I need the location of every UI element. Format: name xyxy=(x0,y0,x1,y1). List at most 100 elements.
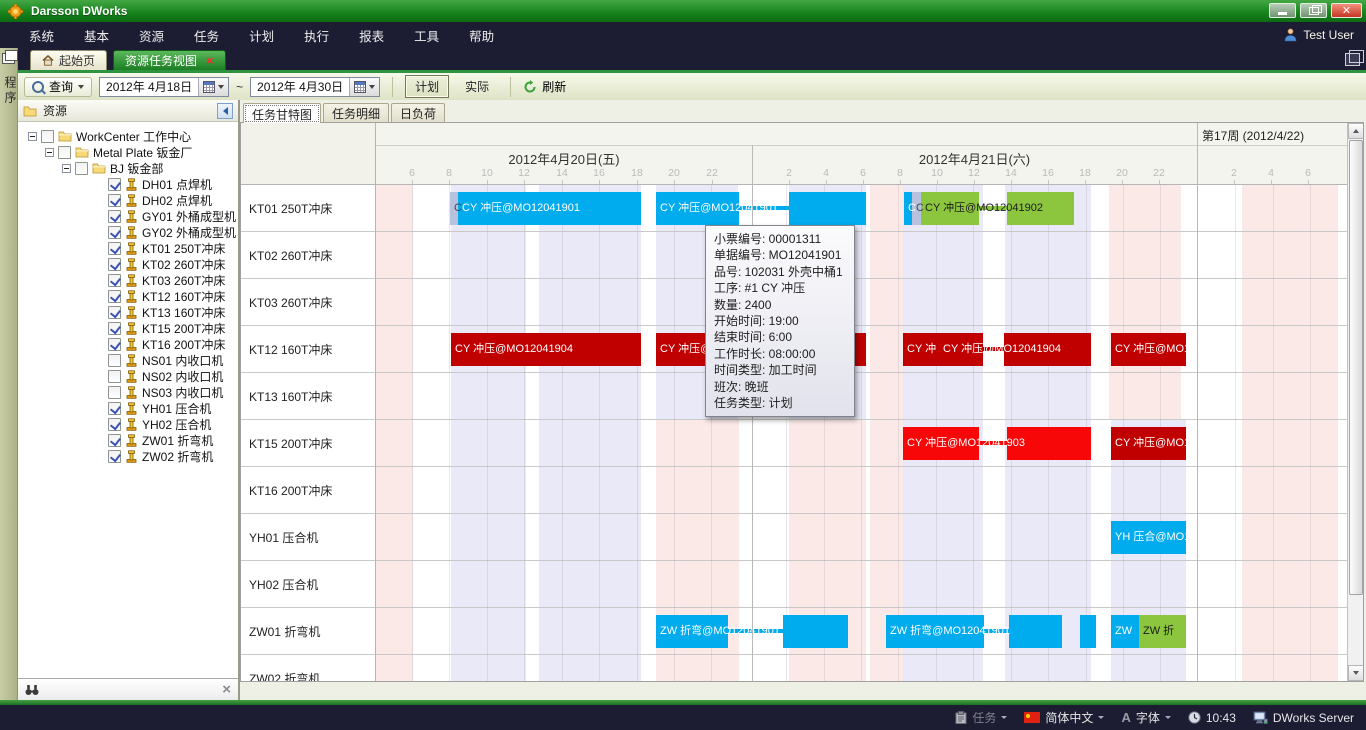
tree-checkbox[interactable] xyxy=(108,226,121,239)
task-bar[interactable]: CY 冲压@MO1 xyxy=(1111,427,1186,460)
task-bar[interactable]: CY 冲压@MO1 xyxy=(1111,333,1186,366)
task-bar[interactable]: ZW xyxy=(1111,615,1139,648)
menu-item-8[interactable]: 帮助 xyxy=(454,26,509,45)
tree-expander-icon[interactable] xyxy=(62,164,71,173)
chevron-down-icon[interactable] xyxy=(1098,716,1104,719)
date-from-field[interactable]: 2012年 4月18日 xyxy=(99,77,229,97)
menu-item-4[interactable]: 计划 xyxy=(234,26,289,45)
task-bar[interactable]: C xyxy=(904,192,912,225)
tree-item-ZW02[interactable]: ZW02 折弯机 xyxy=(18,448,238,464)
task-bar[interactable]: CY 冲压@MO12041903 xyxy=(903,427,1091,460)
menu-item-3[interactable]: 任务 xyxy=(179,26,234,45)
task-bar[interactable]: ZW 折弯@MO12041901 xyxy=(886,615,1062,648)
tree-checkbox[interactable] xyxy=(108,258,121,271)
date-from-calendar-button[interactable] xyxy=(198,78,228,96)
tree-filter-bar[interactable]: × xyxy=(18,678,238,700)
tree-item-NS01[interactable]: NS01 内收口机 xyxy=(18,352,238,368)
task-bar[interactable]: CY 冲压@MO12041901 xyxy=(458,192,641,225)
task-bar[interactable] xyxy=(1080,615,1096,648)
docked-tab-program[interactable]: 程序 xyxy=(2,76,19,106)
status-item-1[interactable]: 简体中文 xyxy=(1024,709,1104,726)
tree-expander-icon[interactable] xyxy=(28,132,37,141)
tree-item-DH01[interactable]: DH01 点焊机 xyxy=(18,176,238,192)
tree-item-YH02[interactable]: YH02 压合机 xyxy=(18,416,238,432)
chevron-down-icon[interactable] xyxy=(1001,716,1007,719)
tree-checkbox[interactable] xyxy=(108,450,121,463)
close-button[interactable]: ✕ xyxy=(1331,3,1362,18)
tab-close-icon[interactable]: × xyxy=(206,56,214,66)
date-to-field[interactable]: 2012年 4月30日 xyxy=(250,77,380,97)
panels-icon[interactable] xyxy=(2,53,15,64)
tree-item-ZW01[interactable]: ZW01 折弯机 xyxy=(18,432,238,448)
menu-item-1[interactable]: 基本 xyxy=(69,26,124,45)
tree-checkbox[interactable] xyxy=(108,306,121,319)
query-dropdown-caret-icon[interactable] xyxy=(78,85,84,89)
scroll-up-button[interactable] xyxy=(1348,123,1364,139)
tree-checkbox[interactable] xyxy=(108,242,121,255)
tree-checkbox[interactable] xyxy=(108,210,121,223)
restore-button[interactable] xyxy=(1300,3,1327,18)
tree-item-WorkCenter[interactable]: WorkCenter 工作中心 xyxy=(18,128,238,144)
tree-item-Metal[interactable]: Metal Plate 钣金厂 xyxy=(18,144,238,160)
tree-checkbox[interactable] xyxy=(108,274,121,287)
collapse-panel-button[interactable] xyxy=(217,103,233,119)
gantt-tab-0[interactable]: 任务甘特图 xyxy=(243,103,321,124)
tree-item-KT16[interactable]: KT16 200T冲床 xyxy=(18,336,238,352)
vertical-scrollbar[interactable] xyxy=(1347,123,1364,681)
plan-toggle-button[interactable]: 计划 xyxy=(405,75,449,98)
task-bar[interactable]: CY 冲压@MO12041901 xyxy=(656,192,866,225)
tree-item-NS03[interactable]: NS03 内收口机 xyxy=(18,384,238,400)
tree-item-GY02[interactable]: GY02 外桶成型机 xyxy=(18,224,238,240)
tree-checkbox[interactable] xyxy=(58,146,71,159)
tree-checkbox[interactable] xyxy=(108,194,121,207)
query-button[interactable]: 查询 xyxy=(24,77,92,97)
tab-home[interactable]: 起始页 xyxy=(30,50,107,70)
tree-item-YH01[interactable]: YH01 压合机 xyxy=(18,400,238,416)
task-bar[interactable]: CY 冲压@MO12041902 xyxy=(921,192,1074,225)
tree-checkbox[interactable] xyxy=(108,178,121,191)
status-item-2[interactable]: A字体 xyxy=(1121,709,1170,726)
tree-item-KT03[interactable]: KT03 260T冲床 xyxy=(18,272,238,288)
menu-item-0[interactable]: 系统 xyxy=(14,26,69,45)
refresh-button[interactable]: 刷新 xyxy=(523,78,566,95)
tab-resource-task-view[interactable]: 资源任务视图 × xyxy=(113,50,226,70)
tree-item-BJ[interactable]: BJ 钣金部 xyxy=(18,160,238,176)
menu-item-6[interactable]: 报表 xyxy=(344,26,399,45)
tree-item-NS02[interactable]: NS02 内收口机 xyxy=(18,368,238,384)
tree-checkbox[interactable] xyxy=(108,370,121,383)
tree-item-KT01[interactable]: KT01 250T冲床 xyxy=(18,240,238,256)
tree-checkbox[interactable] xyxy=(108,354,121,367)
tree-checkbox[interactable] xyxy=(108,386,121,399)
menu-item-2[interactable]: 资源 xyxy=(124,26,179,45)
task-bar[interactable]: CY 冲 xyxy=(903,333,939,366)
tree-item-KT13[interactable]: KT13 160T冲床 xyxy=(18,304,238,320)
tree-checkbox[interactable] xyxy=(41,130,54,143)
tree-checkbox[interactable] xyxy=(108,322,121,335)
tree-checkbox[interactable] xyxy=(108,418,121,431)
gantt-tab-2[interactable]: 日负荷 xyxy=(391,103,445,122)
tree-item-KT02[interactable]: KT02 260T冲床 xyxy=(18,256,238,272)
tree-checkbox[interactable] xyxy=(108,290,121,303)
menu-item-5[interactable]: 执行 xyxy=(289,26,344,45)
tree-checkbox[interactable] xyxy=(108,402,121,415)
clear-filter-icon[interactable]: × xyxy=(222,684,231,696)
tree-checkbox[interactable] xyxy=(108,434,121,447)
tree-checkbox[interactable] xyxy=(75,162,88,175)
tree-item-KT12[interactable]: KT12 160T冲床 xyxy=(18,288,238,304)
chevron-down-icon[interactable] xyxy=(1165,716,1171,719)
window-list-icon[interactable] xyxy=(1345,53,1360,66)
task-bar[interactable]: CY 冲压@MO12041904 xyxy=(451,333,641,366)
tree-item-KT15[interactable]: KT15 200T冲床 xyxy=(18,320,238,336)
actual-toggle-button[interactable]: 实际 xyxy=(456,76,498,97)
date-to-calendar-button[interactable] xyxy=(349,78,379,96)
tree-item-DH02[interactable]: DH02 点焊机 xyxy=(18,192,238,208)
tree-expander-icon[interactable] xyxy=(45,148,54,157)
task-bar[interactable]: YH 压合@MO1 xyxy=(1111,521,1186,554)
tree-checkbox[interactable] xyxy=(108,338,121,351)
tree-item-GY01[interactable]: GY01 外桶成型机 xyxy=(18,208,238,224)
menu-item-7[interactable]: 工具 xyxy=(399,26,454,45)
minimize-button[interactable] xyxy=(1269,3,1296,18)
gantt-tab-1[interactable]: 任务明细 xyxy=(323,103,389,122)
vertical-scroll-thumb[interactable] xyxy=(1349,140,1363,595)
task-bar[interactable]: CY 冲压@MO12041904 xyxy=(939,333,1091,366)
